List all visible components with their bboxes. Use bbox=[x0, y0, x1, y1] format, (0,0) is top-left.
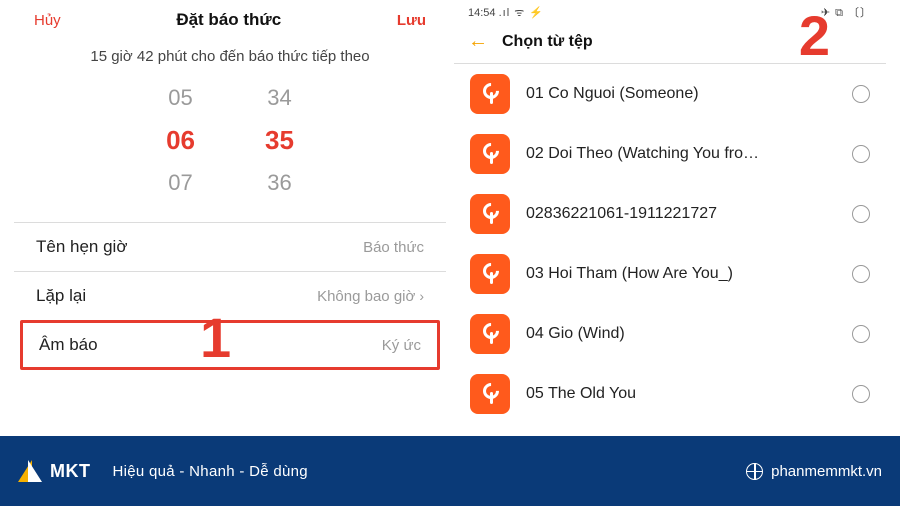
footer-site-text: phanmemmkt.vn bbox=[771, 463, 882, 480]
brand-name-footer: MKT bbox=[50, 461, 91, 482]
select-radio[interactable] bbox=[852, 325, 870, 343]
select-radio[interactable] bbox=[852, 205, 870, 223]
file-name: 04 Gio (Wind) bbox=[526, 325, 836, 343]
file-list: 01 Co Nguoi (Someone) 02 Doi Theo (Watchi… bbox=[454, 64, 886, 424]
repeat-label: Lặp lại bbox=[36, 286, 86, 306]
file-row[interactable]: 04 Gio (Wind) bbox=[454, 304, 886, 364]
status-time: 14:54 bbox=[468, 7, 496, 19]
file-name: 02836221061-1911221727 bbox=[526, 205, 836, 223]
footer-tagline: Hiệu quả - Nhanh - Dễ dùng bbox=[113, 463, 308, 480]
select-radio[interactable] bbox=[852, 385, 870, 403]
minute-selected: 35 bbox=[265, 125, 294, 156]
alarm-editor-screen: Hủy Đặt báo thức Lưu 15 giờ 42 phút cho … bbox=[14, 0, 446, 436]
music-file-icon bbox=[470, 374, 510, 414]
sound-value: Ký ức bbox=[382, 337, 421, 354]
select-radio[interactable] bbox=[852, 145, 870, 163]
file-row[interactable]: 02836221061-1911221727 bbox=[454, 184, 886, 244]
brand-logo-footer: MKT Hiệu quả - Nhanh - Dễ dùng bbox=[18, 460, 308, 482]
file-row[interactable]: 05 The Old You bbox=[454, 364, 886, 424]
file-row[interactable]: 01 Co Nguoi (Someone) bbox=[454, 64, 886, 124]
hour-next: 07 bbox=[168, 170, 192, 196]
music-file-icon bbox=[470, 194, 510, 234]
step-number-1: 1 bbox=[200, 310, 231, 366]
alarm-countdown: 15 giờ 42 phút cho đến báo thức tiếp the… bbox=[14, 48, 446, 65]
music-file-icon bbox=[470, 314, 510, 354]
footer-bar: MKT Hiệu quả - Nhanh - Dễ dùng phanmemmk… bbox=[0, 436, 900, 506]
globe-icon bbox=[746, 463, 763, 480]
music-file-icon bbox=[470, 74, 510, 114]
file-row[interactable]: 02 Doi Theo (Watching You fro… bbox=[454, 124, 886, 184]
status-left: 14:54 .ıl ᯤ ⚡ bbox=[468, 5, 544, 20]
cancel-button[interactable]: Hủy bbox=[34, 12, 61, 29]
select-radio[interactable] bbox=[852, 85, 870, 103]
alarm-title: Đặt báo thức bbox=[176, 10, 281, 30]
timer-name-label: Tên hẹn giờ bbox=[36, 237, 127, 257]
music-file-icon bbox=[470, 134, 510, 174]
status-left-icons: .ıl ᯤ ⚡ bbox=[499, 7, 544, 19]
repeat-value: Không bao giờ › bbox=[317, 288, 424, 305]
file-name: 01 Co Nguoi (Someone) bbox=[526, 85, 836, 103]
sound-label: Âm báo bbox=[39, 335, 98, 355]
chevron-right-icon: › bbox=[419, 288, 424, 304]
minute-column[interactable]: 34 35 36 bbox=[265, 85, 294, 196]
time-picker[interactable]: 05 06 07 34 35 36 bbox=[14, 85, 446, 196]
select-radio[interactable] bbox=[852, 265, 870, 283]
back-button[interactable]: ← bbox=[468, 30, 488, 53]
footer-site[interactable]: phanmemmkt.vn bbox=[746, 463, 882, 480]
save-button[interactable]: Lưu bbox=[397, 12, 426, 29]
music-file-icon bbox=[470, 254, 510, 294]
file-name: 02 Doi Theo (Watching You fro… bbox=[526, 145, 836, 163]
hour-selected: 06 bbox=[166, 125, 195, 156]
minute-prev: 34 bbox=[267, 85, 291, 111]
minute-next: 36 bbox=[267, 170, 291, 196]
file-row[interactable]: 03 Hoi Tham (How Are You_) bbox=[454, 244, 886, 304]
timer-name-value: Báo thức bbox=[363, 239, 424, 256]
step-number-2: 2 bbox=[799, 8, 830, 64]
file-picker-title: Chọn từ tệp bbox=[502, 33, 593, 51]
file-name: 05 The Old You bbox=[526, 385, 836, 403]
hour-column[interactable]: 05 06 07 bbox=[166, 85, 195, 196]
file-name: 03 Hoi Tham (How Are You_) bbox=[526, 265, 836, 283]
alarm-header: Hủy Đặt báo thức Lưu bbox=[14, 0, 446, 34]
row-timer-name[interactable]: Tên hẹn giờ Báo thức bbox=[14, 222, 446, 271]
hour-prev: 05 bbox=[168, 85, 192, 111]
